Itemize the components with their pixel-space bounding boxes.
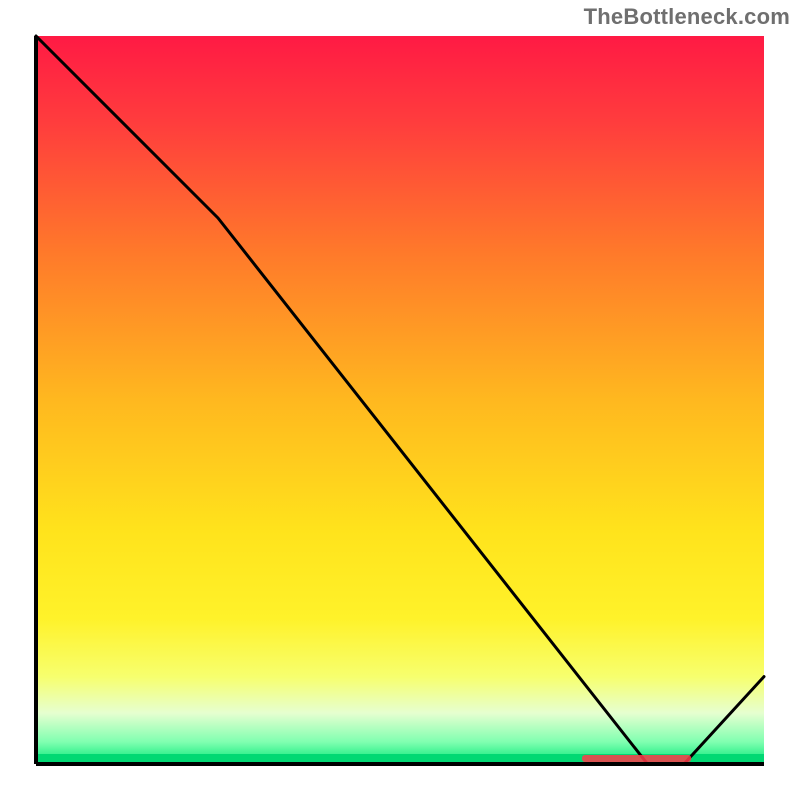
chart-area [30,30,770,770]
marker-band [582,755,691,762]
chart-svg [30,30,770,770]
watermark-label: TheBottleneck.com [584,4,790,30]
page-root: TheBottleneck.com [0,0,800,800]
